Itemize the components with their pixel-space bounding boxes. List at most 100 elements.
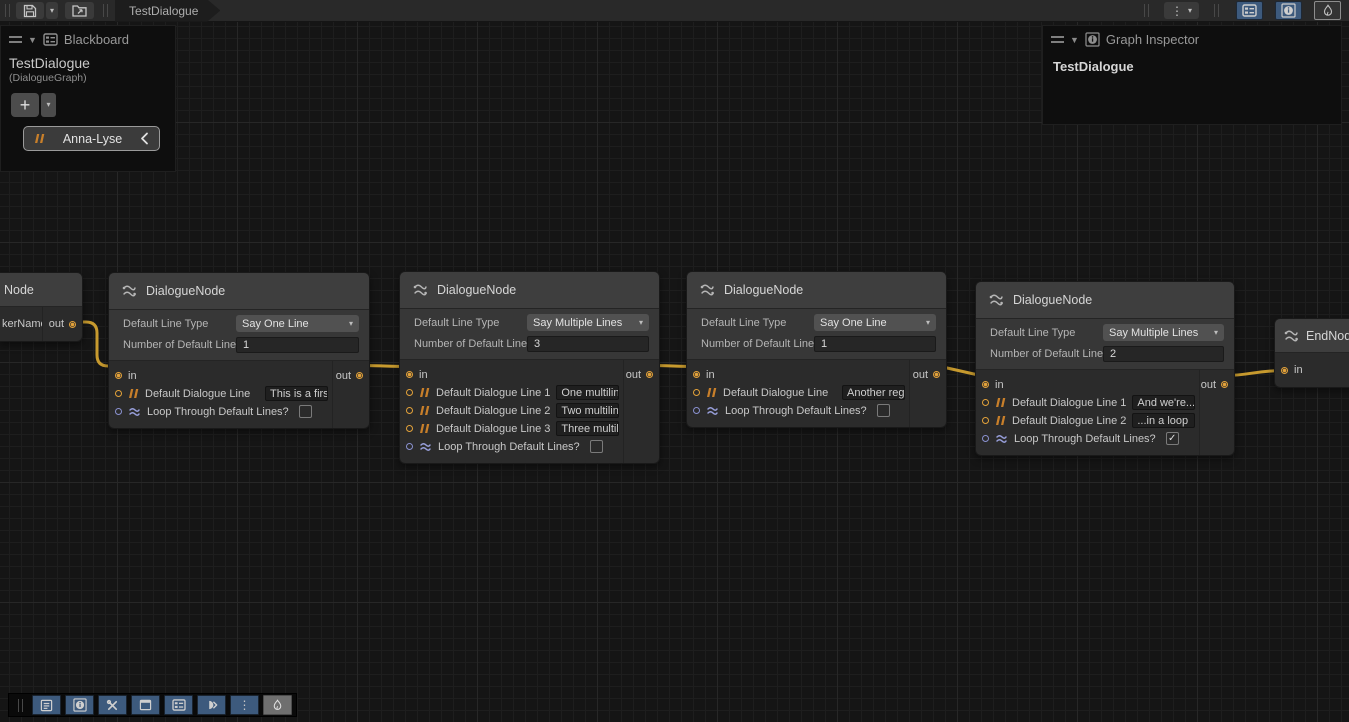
blackboard-icon: [172, 699, 186, 711]
loop-checkbox[interactable]: [590, 440, 603, 453]
loop-port[interactable]: [406, 443, 413, 450]
number-of-default-lines-input[interactable]: 1: [814, 336, 936, 352]
prop-label: Number of Default Lines: [414, 338, 527, 350]
out-port[interactable]: [646, 371, 653, 378]
toggle-graph-inspector-button[interactable]: [1275, 1, 1302, 20]
dialogue-line-input[interactable]: This is a first: [265, 386, 328, 401]
output-ports: out: [623, 360, 659, 463]
dialogue-line-input[interactable]: Two multiline: [556, 403, 619, 418]
options-menu-button[interactable]: ⋮ ▾: [1164, 2, 1199, 19]
open-asset-button[interactable]: [65, 2, 94, 19]
dialogue-node-1[interactable]: DialogueNode Default Line Type Say One L…: [108, 272, 370, 429]
inspector-button[interactable]: [65, 695, 94, 715]
collapse-arrow-icon[interactable]: ▼: [28, 35, 37, 45]
toolbar-drag-handle[interactable]: [18, 699, 23, 712]
more-options-button[interactable]: ⋮: [230, 695, 259, 715]
number-of-default-lines-input[interactable]: 3: [527, 336, 649, 352]
window-button[interactable]: [131, 695, 160, 715]
dialogue-line-port[interactable]: [982, 417, 989, 424]
dialogue-line-port[interactable]: [115, 390, 122, 397]
default-line-type-dropdown[interactable]: Say One Line ▾: [814, 314, 936, 331]
dialogue-node-icon: [699, 282, 715, 298]
loop-label: Loop Through Default Lines?: [725, 405, 867, 417]
save-dropdown-button[interactable]: ▾: [46, 2, 58, 19]
node-port-section: kerName out: [0, 307, 82, 341]
toolbar-drag-handle[interactable]: [1214, 4, 1219, 17]
number-of-default-lines-input[interactable]: 2: [1103, 346, 1224, 362]
loop-port[interactable]: [693, 407, 700, 414]
out-port[interactable]: [69, 321, 76, 328]
dialogue-line-input[interactable]: Three multilin: [556, 421, 619, 436]
tools-button[interactable]: [98, 695, 127, 715]
dialogue-node-4[interactable]: DialogueNode Default Line Type Say Multi…: [975, 281, 1235, 456]
toolbar-drag-handle[interactable]: [1144, 4, 1149, 17]
loop-checkbox[interactable]: [299, 405, 312, 418]
dropdown-value: Say One Line: [242, 318, 309, 330]
graph-tab-label: TestDialogue: [129, 4, 198, 18]
chevron-left-icon[interactable]: [140, 132, 149, 145]
collapse-arrow-icon[interactable]: ▼: [1070, 35, 1079, 45]
in-port[interactable]: [1281, 367, 1288, 374]
prop-label: Number of Default Lines: [123, 339, 236, 351]
quote-icon: [419, 406, 430, 415]
node-title[interactable]: DialogueNode: [400, 272, 659, 309]
loop-icon: [419, 442, 432, 452]
default-line-type-dropdown[interactable]: Say Multiple Lines ▾: [527, 314, 649, 331]
dialogue-line-input[interactable]: ...in a loop: [1132, 413, 1195, 428]
node-title[interactable]: DialogueNode: [687, 272, 946, 309]
dialogue-line-input[interactable]: And we're...: [1132, 395, 1195, 410]
default-line-type-dropdown[interactable]: Say Multiple Lines ▾: [1103, 324, 1224, 341]
notes-button[interactable]: [32, 695, 61, 715]
property-anna-lyse[interactable]: Anna-Lyse: [23, 126, 160, 151]
toolbar-drag-handle[interactable]: [103, 4, 108, 17]
dialogue-line-port[interactable]: [693, 389, 700, 396]
dialogue-line-port[interactable]: [982, 399, 989, 406]
out-port[interactable]: [933, 371, 940, 378]
number-of-default-lines-input[interactable]: 1: [236, 337, 359, 353]
dialogue-line-port[interactable]: [406, 407, 413, 414]
quote-icon: [995, 416, 1006, 425]
node-title[interactable]: DialogueNode: [109, 273, 369, 310]
graph-tab[interactable]: TestDialogue: [115, 0, 220, 22]
speaker-node[interactable]: Node kerName out: [0, 272, 83, 342]
toolbar-drag-handle[interactable]: [5, 4, 10, 17]
node-title[interactable]: Node: [0, 273, 82, 307]
dialogue-node-3[interactable]: DialogueNode Default Line Type Say One L…: [686, 271, 947, 428]
add-property-dropdown[interactable]: ▾: [41, 93, 56, 117]
dialogue-node-2[interactable]: DialogueNode Default Line Type Say Multi…: [399, 271, 660, 464]
in-port[interactable]: [406, 371, 413, 378]
loop-port[interactable]: [115, 408, 122, 415]
dialogue-line-port[interactable]: [406, 425, 413, 432]
toggle-preview-button[interactable]: [1314, 1, 1341, 20]
blackboard-button[interactable]: [164, 695, 193, 715]
in-port[interactable]: [115, 372, 122, 379]
panel-title: Blackboard: [64, 32, 129, 47]
out-port[interactable]: [1221, 381, 1228, 388]
blackboard-panel: ▼ Blackboard TestDialogue (DialogueGraph…: [0, 25, 176, 172]
dialogue-line-label: Default Dialogue Line: [723, 387, 828, 399]
dialogue-line-input[interactable]: Another regu: [842, 385, 905, 400]
preview-button[interactable]: [263, 695, 292, 715]
toggle-blackboard-button[interactable]: [1236, 1, 1263, 20]
loop-checkbox[interactable]: ✓: [1166, 432, 1179, 445]
chevron-down-icon: ▾: [50, 7, 54, 15]
flame-icon: [271, 699, 284, 712]
node-title[interactable]: EndNode: [1275, 319, 1349, 353]
drag-handle-icon[interactable]: [1051, 36, 1064, 43]
dialogue-line-port[interactable]: [406, 389, 413, 396]
transition-button[interactable]: [197, 695, 226, 715]
loop-port[interactable]: [982, 435, 989, 442]
out-port[interactable]: [356, 372, 363, 379]
out-port-label: out: [913, 369, 928, 381]
end-node[interactable]: EndNode in: [1274, 318, 1349, 388]
drag-handle-icon[interactable]: [9, 36, 22, 43]
add-property-button[interactable]: +: [11, 93, 39, 117]
in-port[interactable]: [982, 381, 989, 388]
dialogue-node-icon: [412, 282, 428, 298]
default-line-type-dropdown[interactable]: Say One Line ▾: [236, 315, 359, 332]
loop-checkbox[interactable]: [877, 404, 890, 417]
in-port[interactable]: [693, 371, 700, 378]
save-button[interactable]: [16, 2, 44, 19]
node-title[interactable]: DialogueNode: [976, 282, 1234, 319]
dialogue-line-input[interactable]: One multiline: [556, 385, 619, 400]
